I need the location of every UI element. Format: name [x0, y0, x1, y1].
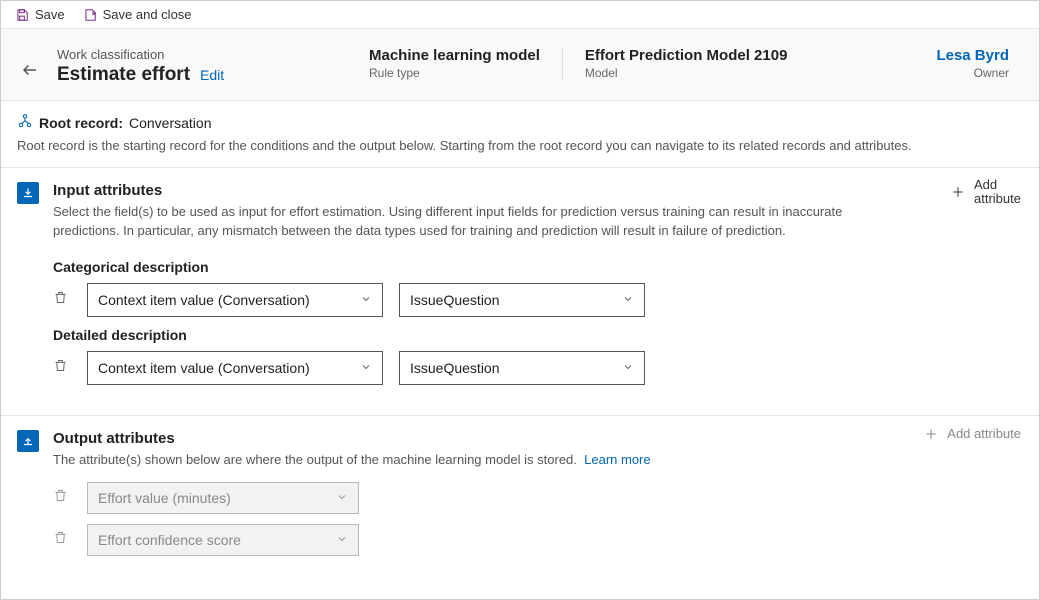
breadcrumb: Work classification — [57, 47, 347, 62]
save-icon — [15, 8, 29, 22]
output-section-desc: The attribute(s) shown below are where t… — [53, 452, 577, 467]
add-output-label: Add attribute — [947, 426, 1021, 441]
back-arrow-icon — [21, 61, 39, 79]
back-button[interactable] — [21, 61, 39, 84]
delete-row-button[interactable] — [53, 358, 71, 378]
trash-icon — [53, 488, 68, 503]
trash-icon — [53, 358, 68, 373]
output-section-icon — [17, 430, 39, 452]
combo-value: Effort confidence score — [98, 532, 241, 548]
input-field-select[interactable]: Context item value (Conversation) — [87, 351, 383, 385]
delete-row-button[interactable] — [53, 488, 71, 508]
rule-type-label: Rule type — [369, 66, 540, 80]
rule-type-value: Machine learning model — [369, 47, 540, 64]
plus-icon — [950, 184, 966, 200]
chevron-down-icon — [360, 292, 372, 308]
input-section-title: Input attributes — [53, 182, 903, 199]
chevron-down-icon — [336, 490, 348, 506]
combo-value: Context item value (Conversation) — [98, 292, 310, 308]
chevron-down-icon — [622, 292, 634, 308]
input-row-label: Categorical description — [53, 259, 1023, 275]
root-record-value: Conversation — [129, 115, 212, 131]
save-close-label: Save and close — [103, 7, 192, 22]
output-value-select[interactable]: Effort value (minutes) — [87, 482, 359, 514]
save-button[interactable]: Save — [11, 5, 69, 24]
root-record-icon — [17, 113, 33, 132]
combo-value: IssueQuestion — [410, 360, 500, 376]
input-section-icon — [17, 182, 39, 204]
add-attr-line1: Add — [974, 178, 1021, 192]
owner-label: Owner — [936, 66, 1009, 80]
learn-more-link[interactable]: Learn more — [584, 452, 650, 467]
input-value-select[interactable]: IssueQuestion — [399, 283, 645, 317]
output-attributes-section: Add attribute Output attributes The attr… — [1, 416, 1039, 586]
combo-value: Context item value (Conversation) — [98, 360, 310, 376]
page-header: Work classification Estimate effort Edit… — [1, 29, 1039, 101]
chevron-down-icon — [360, 360, 372, 376]
add-output-attribute-button[interactable]: Add attribute — [923, 426, 1021, 442]
combo-value: Effort value (minutes) — [98, 490, 231, 506]
chevron-down-icon — [622, 360, 634, 376]
input-section-desc: Select the field(s) to be used as input … — [53, 203, 903, 241]
input-row-label: Detailed description — [53, 327, 1023, 343]
input-field-select[interactable]: Context item value (Conversation) — [87, 283, 383, 317]
root-record-label: Root record: — [39, 115, 123, 131]
model-label: Model — [585, 66, 788, 80]
combo-value: IssueQuestion — [410, 292, 500, 308]
add-attr-line2: attribute — [974, 192, 1021, 206]
root-record-desc: Root record is the starting record for t… — [17, 138, 1023, 153]
output-section-title: Output attributes — [53, 430, 903, 447]
input-attributes-section: Add attribute Input attributes Select th… — [1, 168, 1039, 416]
toolbar: Save Save and close — [1, 1, 1039, 29]
trash-icon — [53, 290, 68, 305]
save-close-icon — [83, 8, 97, 22]
owner-name[interactable]: Lesa Byrd — [936, 47, 1009, 64]
delete-row-button[interactable] — [53, 530, 71, 550]
chevron-down-icon — [336, 532, 348, 548]
save-label: Save — [35, 7, 65, 22]
root-record-section: Root record: Conversation Root record is… — [1, 101, 1039, 168]
edit-link[interactable]: Edit — [200, 67, 224, 83]
save-close-button[interactable]: Save and close — [79, 5, 196, 24]
output-value-select[interactable]: Effort confidence score — [87, 524, 359, 556]
add-input-attribute-button[interactable]: Add attribute — [950, 178, 1021, 207]
trash-icon — [53, 530, 68, 545]
page-title: Estimate effort — [57, 64, 190, 86]
input-value-select[interactable]: IssueQuestion — [399, 351, 645, 385]
model-value: Effort Prediction Model 2109 — [585, 47, 788, 64]
delete-row-button[interactable] — [53, 290, 71, 310]
plus-icon — [923, 426, 939, 442]
